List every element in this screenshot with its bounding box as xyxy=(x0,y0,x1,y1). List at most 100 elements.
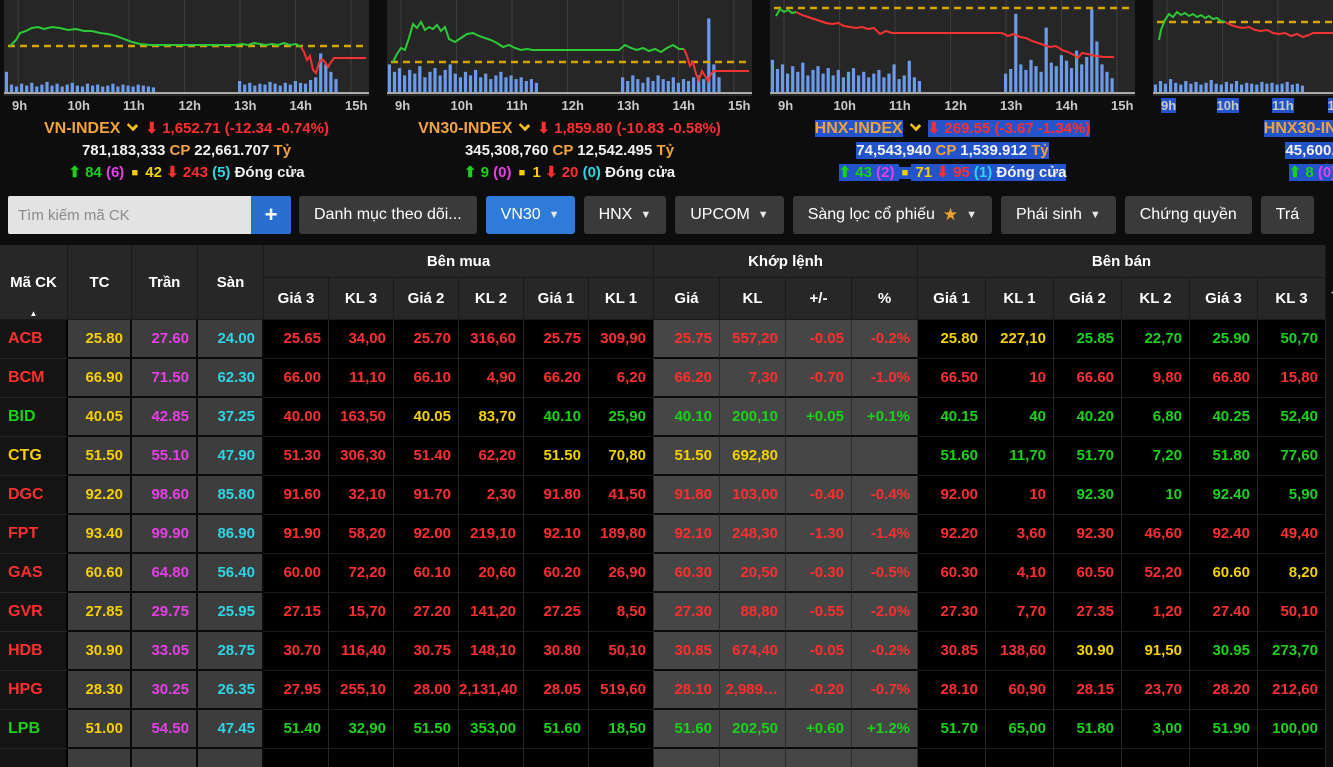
sell-price-cell[interactable]: 40.15 xyxy=(918,398,986,437)
sell-volume-cell[interactable]: 8,20 xyxy=(1258,554,1326,593)
match-cell[interactable]: -0.5% xyxy=(852,554,918,593)
match-cell[interactable]: -1.4% xyxy=(852,515,918,554)
sell-price-cell[interactable]: 25.90 xyxy=(1190,320,1258,359)
buy-price-cell[interactable]: 51.30 xyxy=(264,437,329,476)
buy-volume-cell[interactable]: 15,70 xyxy=(329,593,394,632)
sell-price-cell[interactable]: 28.20 xyxy=(1190,671,1258,710)
sell-volume-cell[interactable]: 100,00 xyxy=(1258,710,1326,749)
buy-price-cell[interactable]: 92.10 xyxy=(524,515,589,554)
sell-price-cell[interactable]: 51.80 xyxy=(1190,437,1258,476)
match-cell[interactable]: 88,80 xyxy=(720,593,786,632)
buy-volume-cell[interactable]: 20,60 xyxy=(459,554,524,593)
match-cell[interactable]: 20,50 xyxy=(720,554,786,593)
table-row-ctg[interactable]: CTG51.5055.1047.9051.30306,3051.4062,205… xyxy=(0,437,1326,476)
buy-price-cell[interactable]: 27.15 xyxy=(264,593,329,632)
sell-volume-cell[interactable]: 3,60 xyxy=(986,515,1054,554)
table-row-bid[interactable]: BID40.0542.8537.2540.00163,5040.0583,704… xyxy=(0,398,1326,437)
sell-volume-cell[interactable]: 7,20 xyxy=(1122,437,1190,476)
floor-price-cell[interactable]: 62.30 xyxy=(198,359,264,398)
sell-volume-cell[interactable]: 5,90 xyxy=(1258,476,1326,515)
buy-volume-cell[interactable]: 58,20 xyxy=(329,515,394,554)
symbol-cell[interactable]: HDB xyxy=(0,632,68,671)
sell-price-cell[interactable]: 60.30 xyxy=(918,554,986,593)
sell-price-cell[interactable]: 51.80 xyxy=(1054,710,1122,749)
match-cell[interactable]: -1.0% xyxy=(852,359,918,398)
buy-price-cell[interactable]: 40.00 xyxy=(264,398,329,437)
ref-price-cell[interactable]: 92.20 xyxy=(68,476,132,515)
buy-volume-cell[interactable]: 2,30 xyxy=(459,476,524,515)
index-name[interactable]: VN30-INDEX xyxy=(418,120,512,137)
buy-volume-cell[interactable]: 309,90 xyxy=(589,320,654,359)
ceiling-price-cell[interactable]: 99.90 xyxy=(132,515,198,554)
sell-volume-cell[interactable]: 52,20 xyxy=(1122,554,1190,593)
tab-s-ng-l-c-c-phi-u[interactable]: Sàng lọc cổ phiếu★▼ xyxy=(793,196,992,234)
sell-volume-cell[interactable]: 138,60 xyxy=(986,632,1054,671)
sort-ascending-icon[interactable]: ▲ xyxy=(30,309,38,318)
match-cell[interactable]: -1.30 xyxy=(786,515,852,554)
sell-volume-cell[interactable]: 50,10 xyxy=(1258,593,1326,632)
symbol-cell[interactable]: BCM xyxy=(0,359,68,398)
match-cell[interactable]: 7,30 xyxy=(720,359,786,398)
match-cell[interactable]: 30.85 xyxy=(654,632,720,671)
sell-price-cell[interactable]: 25.85 xyxy=(1054,320,1122,359)
ref-price-cell[interactable]: 28.30 xyxy=(68,671,132,710)
floor-price-cell[interactable]: 25.95 xyxy=(198,593,264,632)
ceiling-price-cell[interactable]: 27.60 xyxy=(132,320,198,359)
buy-price-cell[interactable]: 51.60 xyxy=(524,710,589,749)
sell-price-cell[interactable]: 40.20 xyxy=(1054,398,1122,437)
ceiling-price-cell[interactable]: 29.75 xyxy=(132,593,198,632)
ceiling-price-cell[interactable]: 30.25 xyxy=(132,671,198,710)
sell-price-cell[interactable]: 30.85 xyxy=(918,632,986,671)
sell-volume-cell[interactable]: 3,00 xyxy=(1122,710,1190,749)
symbol-cell[interactable]: LPB xyxy=(0,710,68,749)
buy-volume-cell[interactable]: 2,131,40 xyxy=(459,671,524,710)
sell-price-cell[interactable]: 51.60 xyxy=(918,437,986,476)
table-row-hdb[interactable]: HDB30.9033.0528.7530.70116,4030.75148,10… xyxy=(0,632,1326,671)
symbol-cell[interactable]: GAS xyxy=(0,554,68,593)
sell-volume-cell[interactable]: 65,00 xyxy=(986,710,1054,749)
buy-volume-cell[interactable]: 4,90 xyxy=(459,359,524,398)
table-row-hpg[interactable]: HPG28.3030.2526.3527.95255,1028.002,131,… xyxy=(0,671,1326,710)
sell-price-cell[interactable]: 66.50 xyxy=(918,359,986,398)
match-cell[interactable]: 91.80 xyxy=(654,476,720,515)
table-row-acb[interactable]: ACB25.8027.6024.0025.6534,0025.70316,602… xyxy=(0,320,1326,359)
sell-volume-cell[interactable]: 227,10 xyxy=(986,320,1054,359)
table-row-lpb[interactable]: LPB51.0054.5047.4551.4032,9051.50353,005… xyxy=(0,710,1326,749)
sell-volume-cell[interactable]: 50,70 xyxy=(1258,320,1326,359)
buy-price-cell[interactable]: 40.10 xyxy=(524,398,589,437)
tab-ch-ng-quy-n[interactable]: Chứng quyền xyxy=(1125,196,1252,234)
match-cell[interactable]: 200,10 xyxy=(720,398,786,437)
match-cell[interactable]: -0.4% xyxy=(852,476,918,515)
buy-price-cell[interactable]: 91.60 xyxy=(264,476,329,515)
buy-price-cell[interactable]: 25.75 xyxy=(524,320,589,359)
sell-price-cell[interactable]: 30.95 xyxy=(1190,632,1258,671)
buy-price-cell[interactable]: 51.40 xyxy=(394,437,459,476)
match-cell[interactable]: -0.30 xyxy=(786,554,852,593)
match-cell[interactable]: -0.55 xyxy=(786,593,852,632)
table-row-bcm[interactable]: BCM66.9071.5062.3066.0011,1066.104,9066.… xyxy=(0,359,1326,398)
index-title-line[interactable]: VN-INDEX⬇ 1,652.71 (-12.34 -0.74%) xyxy=(4,118,369,140)
symbol-column-header[interactable]: Mã CK▲ xyxy=(0,245,68,320)
sell-price-cell[interactable]: 92.40 xyxy=(1190,476,1258,515)
buy-volume-cell[interactable]: 72,20 xyxy=(329,554,394,593)
sell-volume-cell[interactable]: 52,40 xyxy=(1258,398,1326,437)
match-cell[interactable]: 25.75 xyxy=(654,320,720,359)
sell-price-cell[interactable]: 27.40 xyxy=(1190,593,1258,632)
sell-volume-cell[interactable]: 91,50 xyxy=(1122,632,1190,671)
tab-hnx[interactable]: HNX▼ xyxy=(584,196,667,234)
match-cell[interactable]: -0.70 xyxy=(786,359,852,398)
ref-price-cell[interactable]: 66.90 xyxy=(68,359,132,398)
sell-volume-cell[interactable]: 23,70 xyxy=(1122,671,1190,710)
sell-price-cell[interactable]: 28.10 xyxy=(918,671,986,710)
buy-price-cell[interactable]: 91.70 xyxy=(394,476,459,515)
match-cell[interactable]: -0.2% xyxy=(852,632,918,671)
buy-price-cell[interactable]: 27.25 xyxy=(524,593,589,632)
sell-price-cell[interactable]: 30.90 xyxy=(1054,632,1122,671)
buy-volume-cell[interactable]: 306,30 xyxy=(329,437,394,476)
index-chart-panel-hnx-index[interactable]: 9h10h11h12h13h14h15h xyxy=(770,0,1135,116)
buy-volume-cell[interactable]: 189,80 xyxy=(589,515,654,554)
buy-price-cell[interactable]: 92.00 xyxy=(394,515,459,554)
floor-price-cell[interactable]: 24.00 xyxy=(198,320,264,359)
buy-price-cell[interactable]: 51.40 xyxy=(264,710,329,749)
symbol-cell[interactable]: DGC xyxy=(0,476,68,515)
